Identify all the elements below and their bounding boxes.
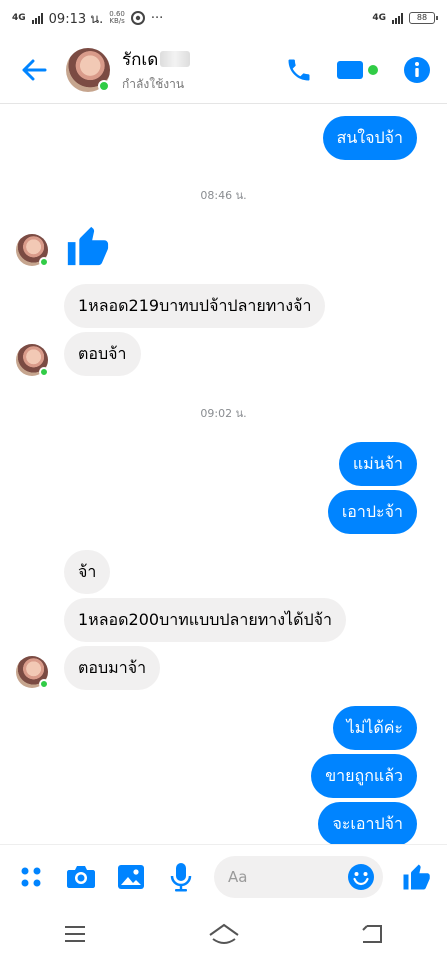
network-type: 4G (12, 13, 26, 23)
more-apps-button[interactable] (14, 860, 48, 894)
back-nav-button[interactable] (349, 914, 397, 954)
system-nav-bar (0, 908, 447, 960)
home-button[interactable] (200, 914, 248, 954)
online-indicator (39, 257, 49, 267)
message-bubble-incoming[interactable]: จ้า (64, 550, 111, 594)
send-like-button[interactable] (399, 860, 433, 894)
back-arrow-icon (22, 59, 47, 80)
camera-icon (67, 865, 95, 888)
status-bar: 4G 09:13 น. 0.60 KB/s ··· 4G 88 (0, 0, 447, 36)
message-composer (0, 844, 447, 908)
home-icon (208, 923, 239, 944)
online-indicator (39, 367, 49, 377)
timestamp: 09:02 น. (200, 407, 247, 420)
thumbs-up-sticker[interactable] (64, 222, 110, 274)
status-time: 09:13 น. (48, 11, 104, 27)
signal-icon-right (392, 12, 403, 24)
gallery-button[interactable] (114, 860, 148, 894)
message-bubble-outgoing[interactable]: ไม่ได้ค่ะ (332, 706, 417, 750)
contact-name: รักเด (122, 49, 159, 70)
back-icon (361, 925, 382, 943)
online-indicator (39, 679, 49, 689)
chat-header: รักเด กำลังใช้งาน (0, 36, 447, 104)
phone-icon (288, 59, 310, 80)
sender-avatar (16, 656, 49, 689)
image-icon (118, 864, 144, 889)
back-button[interactable] (10, 46, 58, 94)
message-input[interactable] (228, 867, 347, 886)
chrome-icon (130, 11, 145, 25)
message-bubble-incoming[interactable]: ตอบจ้า (64, 332, 141, 376)
contact-status: กำลังใช้งาน (122, 76, 185, 91)
message-bubble-outgoing[interactable]: ขายถูกแล้ว (311, 754, 417, 798)
message-input-container[interactable] (214, 855, 383, 898)
more-notifications: ··· (150, 10, 164, 26)
message-bubble-outgoing[interactable]: สนใจปจ้า (322, 116, 417, 160)
message-bubble-outgoing[interactable]: จะเอาปจ้า (318, 802, 417, 844)
microphone-icon (170, 862, 192, 891)
timestamp: 08:46 น. (200, 189, 247, 202)
menu-button[interactable] (51, 914, 99, 954)
sender-avatar (16, 234, 49, 267)
contact-avatar[interactable] (66, 47, 110, 92)
info-icon (404, 56, 430, 83)
message-bubble-incoming[interactable]: 1หลอด219บาทบปจ้าปลายทางจ้า (64, 284, 326, 328)
menu-icon (64, 926, 85, 942)
camera-button[interactable] (64, 860, 98, 894)
message-bubble-incoming[interactable]: ตอบมาจ้า (64, 646, 161, 690)
like-thumb-icon (403, 864, 430, 889)
network-speed: 0.60 KB/s (109, 10, 125, 25)
apps-grid-icon (21, 867, 41, 886)
video-call-button[interactable] (335, 56, 381, 84)
info-button[interactable] (403, 56, 431, 84)
contact-info[interactable]: รักเด กำลังใช้งาน (122, 46, 191, 94)
battery-icon: 88 (409, 12, 438, 24)
like-thumb-icon (67, 226, 109, 266)
voice-call-button[interactable] (285, 56, 313, 84)
message-list[interactable]: สนใจปจ้า 08:46 น. 1หลอด219บาทบปจ้าปลายทา… (0, 104, 447, 844)
message-bubble-incoming[interactable]: 1หลอด200บาทแบบปลายทางได้ปจ้า (64, 598, 346, 642)
voice-message-button[interactable] (164, 860, 198, 894)
message-bubble-outgoing[interactable]: แม่นจ้า (338, 442, 417, 486)
signal-icon (31, 12, 43, 24)
network-type-right: 4G (372, 13, 386, 23)
message-bubble-outgoing[interactable]: เอาปะจ้า (327, 490, 417, 534)
name-blur (160, 51, 191, 67)
emoji-icon[interactable] (347, 863, 375, 891)
sender-avatar (16, 344, 49, 377)
video-call-icon (337, 60, 378, 79)
online-indicator (98, 79, 110, 92)
